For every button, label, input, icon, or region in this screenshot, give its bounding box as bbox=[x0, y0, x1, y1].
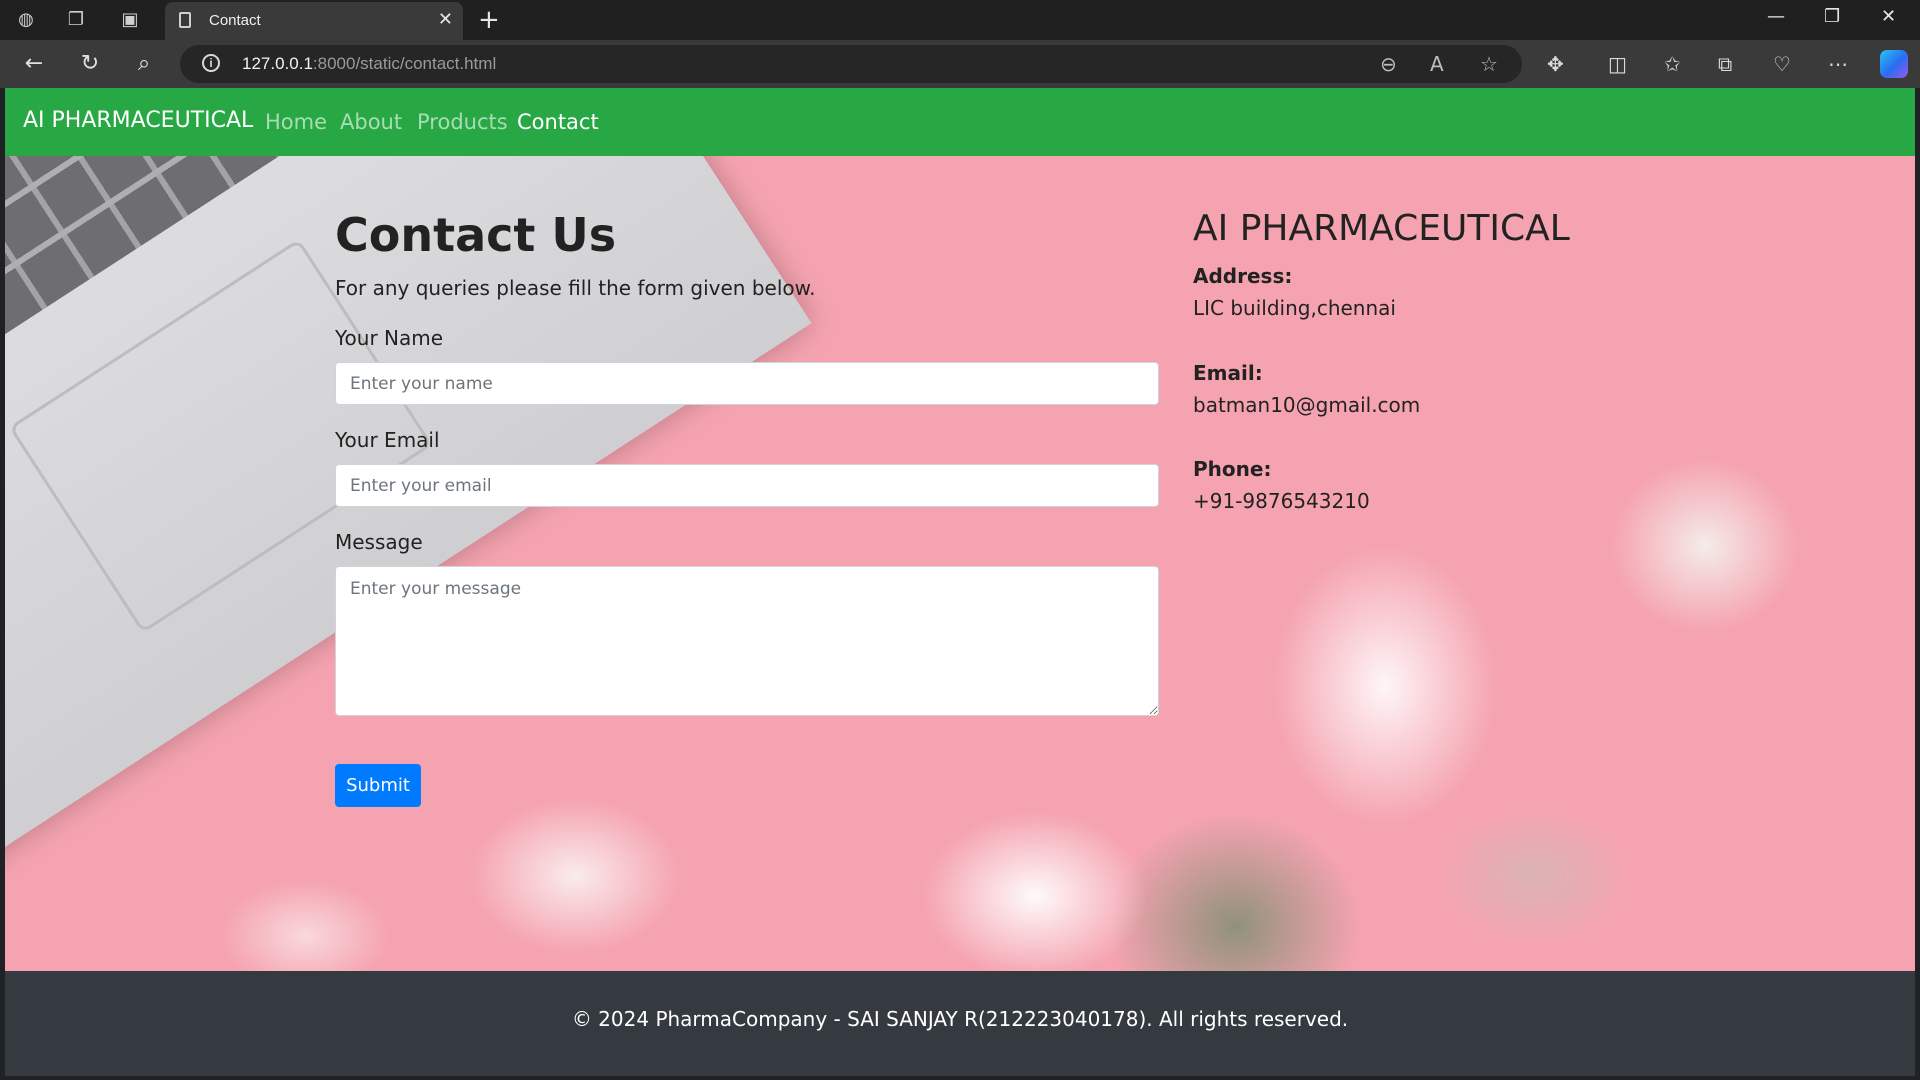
page-subtitle: For any queries please fill the form giv… bbox=[335, 276, 816, 300]
info-icon[interactable]: i bbox=[202, 54, 220, 72]
split-screen-icon[interactable]: ◫ bbox=[1608, 52, 1627, 76]
window-close-icon[interactable]: ✕ bbox=[1881, 6, 1896, 27]
page-viewport: AI PHARMACEUTICAL Home About Products Co… bbox=[5, 88, 1915, 1076]
contact-section: Contact Us For any queries please fill t… bbox=[5, 156, 1915, 971]
url-text: 127.0.0.1:8000/static/contact.html bbox=[242, 54, 497, 73]
site-navbar: AI PHARMACEUTICAL Home About Products Co… bbox=[5, 88, 1915, 156]
refresh-icon[interactable]: ↻ bbox=[76, 50, 104, 78]
minimize-icon[interactable]: — bbox=[1767, 6, 1785, 27]
tab-title: Contact bbox=[209, 12, 261, 29]
company-name: AI PHARMACEUTICAL bbox=[1193, 208, 1570, 249]
profile-icon[interactable]: ◍ bbox=[14, 8, 38, 32]
copilot-icon[interactable] bbox=[1880, 50, 1908, 78]
name-input[interactable] bbox=[335, 362, 1159, 405]
extensions-icon[interactable]: ✥ bbox=[1547, 52, 1564, 76]
footer-copyright: © 2024 PharmaCompany - SAI SANJAY R(2122… bbox=[571, 1007, 1349, 1031]
nav-link-about[interactable]: About bbox=[340, 110, 402, 134]
close-icon[interactable]: ✕ bbox=[438, 9, 453, 30]
message-textarea[interactable] bbox=[335, 566, 1159, 716]
browser-tab-contact[interactable]: Contact ✕ bbox=[165, 2, 463, 40]
page-icon bbox=[179, 12, 191, 28]
site-footer: © 2024 PharmaCompany - SAI SANJAY R(2122… bbox=[5, 971, 1915, 1076]
phone-label: Phone: bbox=[1193, 457, 1272, 481]
collections-icon[interactable]: ⧉ bbox=[1718, 52, 1732, 76]
email-info-label: Email: bbox=[1193, 361, 1263, 385]
message-label: Message bbox=[335, 530, 423, 554]
nav-link-products[interactable]: Products bbox=[417, 110, 508, 134]
restore-icon[interactable]: ❐ bbox=[1824, 6, 1840, 27]
browser-tab-bar: ◍ ❐ ▣ Contact ✕ + — ❐ ✕ bbox=[0, 0, 1920, 40]
search-icon[interactable]: ⌕ bbox=[130, 50, 158, 78]
email-label: Your Email bbox=[335, 428, 440, 452]
navbar-brand[interactable]: AI PHARMACEUTICAL bbox=[23, 108, 253, 133]
browser-address-bar: ← ↻ ⌕ i 127.0.0.1:8000/static/contact.ht… bbox=[0, 40, 1920, 88]
browser-essentials-icon[interactable]: ♡ bbox=[1773, 52, 1791, 76]
favorites-icon[interactable]: ✩ bbox=[1664, 52, 1681, 76]
submit-button[interactable]: Submit bbox=[335, 764, 421, 807]
page-title: Contact Us bbox=[335, 208, 617, 262]
workspaces-icon[interactable]: ❐ bbox=[64, 8, 88, 32]
email-input[interactable] bbox=[335, 464, 1159, 507]
zoom-out-icon[interactable]: ⊖ bbox=[1380, 52, 1397, 76]
url-input[interactable]: i 127.0.0.1:8000/static/contact.html ⊖ A… bbox=[180, 45, 1522, 83]
nav-link-home[interactable]: Home bbox=[265, 110, 327, 134]
read-aloud-icon[interactable]: A bbox=[1430, 52, 1444, 76]
name-label: Your Name bbox=[335, 326, 444, 350]
address-label: Address: bbox=[1193, 264, 1293, 288]
new-tab-icon[interactable]: + bbox=[478, 5, 500, 35]
email-info-value: batman10@gmail.com bbox=[1193, 393, 1421, 417]
address-value: LIC building,chennai bbox=[1193, 296, 1396, 320]
nav-link-contact[interactable]: Contact bbox=[517, 110, 599, 134]
tab-actions-icon[interactable]: ▣ bbox=[118, 8, 142, 32]
favorite-icon[interactable]: ☆ bbox=[1480, 52, 1498, 76]
more-icon[interactable]: ⋯ bbox=[1828, 52, 1848, 76]
back-icon[interactable]: ← bbox=[20, 50, 48, 78]
phone-value: +91-9876543210 bbox=[1193, 489, 1370, 513]
